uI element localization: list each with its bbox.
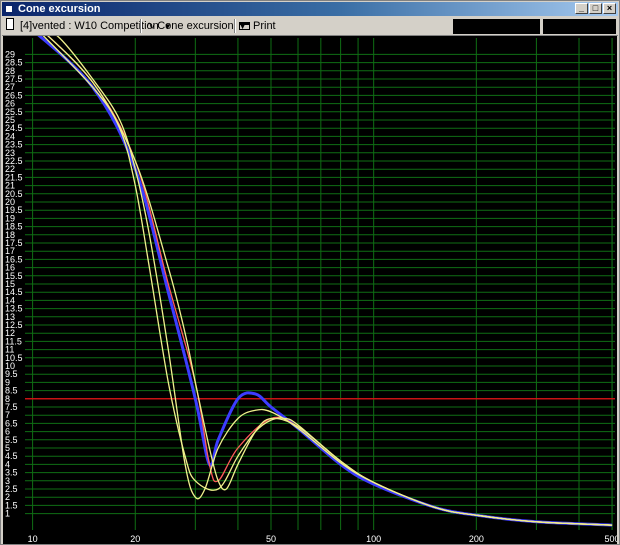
toolbar: [4]vented : W10 Competition ▼ ∿ Cone excur… [2,17,618,36]
maximize-button[interactable]: □ [589,3,602,14]
app-icon [5,5,13,13]
project-label: [4]vented : W10 Competition [20,20,159,32]
excursion-curve-3 [42,36,613,526]
x-tick-label: 10 [28,534,38,544]
excursion-curve-4 [47,36,613,526]
x-tick-label: 100 [366,534,381,544]
toolbar-separator [234,19,236,33]
toolbar-separator [140,19,142,33]
close-button[interactable]: × [603,3,616,14]
speaker-icon [6,18,14,30]
x-tick-label: 500 [605,534,617,544]
print-button[interactable]: Print [239,18,276,34]
x-tick-label: 200 [469,534,484,544]
view-dropdown[interactable]: ∿ Cone excursion ▼ [146,18,247,34]
readout-box [543,19,616,34]
x-tick-label: 20 [130,534,140,544]
cone-excursion-window: Cone excursion _ □ × [4]vented : W10 Com… [0,0,620,545]
excursion-curve-1 [47,36,613,526]
printer-icon [239,22,250,30]
title-bar[interactable]: Cone excursion _ □ × [2,2,618,16]
minimize-button[interactable]: _ [575,3,588,14]
cone-excursion-chart[interactable]: 1 1.5 2 2.5 3 3.5 4 4.5 5 5.5 6 6.5 7 7.5 8 8.5 9 9.5 10 10… [3,36,617,544]
y-tick-label: 29 [5,49,15,59]
view-label: Cone excursion [157,20,234,32]
readout-box [453,19,540,34]
excursion-curve-2 [56,36,613,526]
x-tick-label: 50 [266,534,276,544]
window-title: Cone excursion [18,3,101,15]
print-label: Print [253,20,276,32]
waveform-icon: ∿ [146,20,156,32]
excursion-curve-0 [37,36,613,527]
